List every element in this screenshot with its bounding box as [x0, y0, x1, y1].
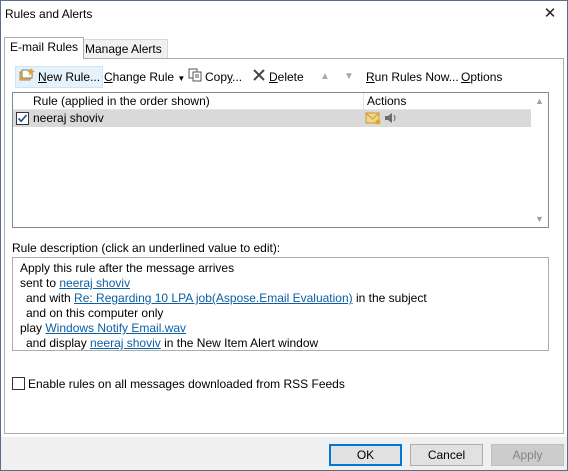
rss-label: Enable rules on all messages downloaded … [28, 377, 345, 391]
run-rules-now-button[interactable]: Run Rules Now... [364, 66, 461, 88]
description-line: and on this computer only [26, 306, 164, 320]
scroll-up-icon[interactable]: ▲ [535, 96, 544, 106]
tab-manage-alerts[interactable]: Manage Alerts [79, 39, 168, 59]
description-line: Apply this rule after the message arrive… [20, 261, 235, 275]
rule-description-label: Rule description (click an underlined va… [12, 241, 281, 255]
close-button[interactable]: ✕ [539, 4, 561, 24]
move-down-button[interactable]: ▼ [342, 66, 356, 88]
display-link[interactable]: neeraj shoviv [90, 336, 161, 350]
cancel-button[interactable]: Cancel [410, 444, 483, 466]
envelope-icon [365, 112, 384, 128]
copy-icon [188, 67, 202, 89]
title-bar: Rules and Alerts ✕ [1, 1, 567, 29]
rules-list[interactable]: Rule (applied in the order shown) Action… [12, 92, 549, 228]
column-header-actions[interactable]: Actions [364, 93, 531, 110]
speaker-icon [384, 113, 398, 128]
delete-button[interactable]: Delete [250, 66, 306, 88]
rule-actions-cell [365, 111, 398, 128]
column-header-rule[interactable]: Rule (applied in the order shown) [30, 93, 364, 110]
tab-email-rules[interactable]: E-mail Rules [4, 37, 85, 59]
scroll-down-icon[interactable]: ▼ [535, 214, 544, 224]
change-rule-button[interactable]: Change Rule ▼ [102, 66, 187, 88]
email-rules-panel: New Rule... Change Rule ▼ Copy... Delete… [4, 58, 564, 434]
window-title: Rules and Alerts [5, 7, 93, 21]
sound-link[interactable]: Windows Notify Email.wav [45, 321, 186, 335]
rules-list-header: Rule (applied in the order shown) Action… [13, 93, 531, 110]
table-row[interactable]: neeraj shoviv [13, 110, 531, 127]
description-line: sent to neeraj shoviv [20, 276, 131, 290]
rule-enabled-checkbox[interactable] [16, 112, 29, 125]
rss-option[interactable]: Enable rules on all messages downloaded … [12, 377, 345, 393]
delete-x-icon [252, 67, 266, 89]
description-line: and display neeraj shoviv in the New Ite… [26, 336, 319, 350]
dropdown-arrow-icon: ▼ [177, 74, 186, 83]
ok-button[interactable]: OK [329, 444, 402, 466]
new-rule-icon [19, 67, 35, 88]
move-up-button[interactable]: ▲ [318, 66, 332, 88]
rule-description-box: Apply this rule after the message arrive… [12, 257, 549, 351]
apply-button[interactable]: Apply [491, 444, 564, 466]
rules-and-alerts-dialog: Rules and Alerts ✕ E-mail Rules Manage A… [0, 0, 568, 471]
description-line: and with Re: Regarding 10 LPA job(Aspose… [26, 291, 427, 305]
new-rule-button[interactable]: New Rule... [15, 66, 104, 88]
rss-checkbox[interactable] [12, 377, 25, 391]
description-line: play Windows Notify Email.wav [20, 321, 187, 335]
rules-list-scrollbar[interactable]: ▲ ▼ [531, 93, 548, 227]
rules-toolbar: New Rule... Change Rule ▼ Copy... Delete… [12, 66, 557, 88]
sender-link[interactable]: neeraj shoviv [59, 276, 130, 290]
rule-name: neeraj shoviv [33, 111, 104, 125]
checkmark-icon [17, 114, 28, 123]
options-button[interactable]: Options [459, 66, 504, 88]
copy-button[interactable]: Copy... [186, 66, 244, 88]
dialog-footer: OK Cancel Apply [1, 437, 567, 470]
subject-link[interactable]: Re: Regarding 10 LPA job(Aspose.Email Ev… [74, 291, 353, 305]
